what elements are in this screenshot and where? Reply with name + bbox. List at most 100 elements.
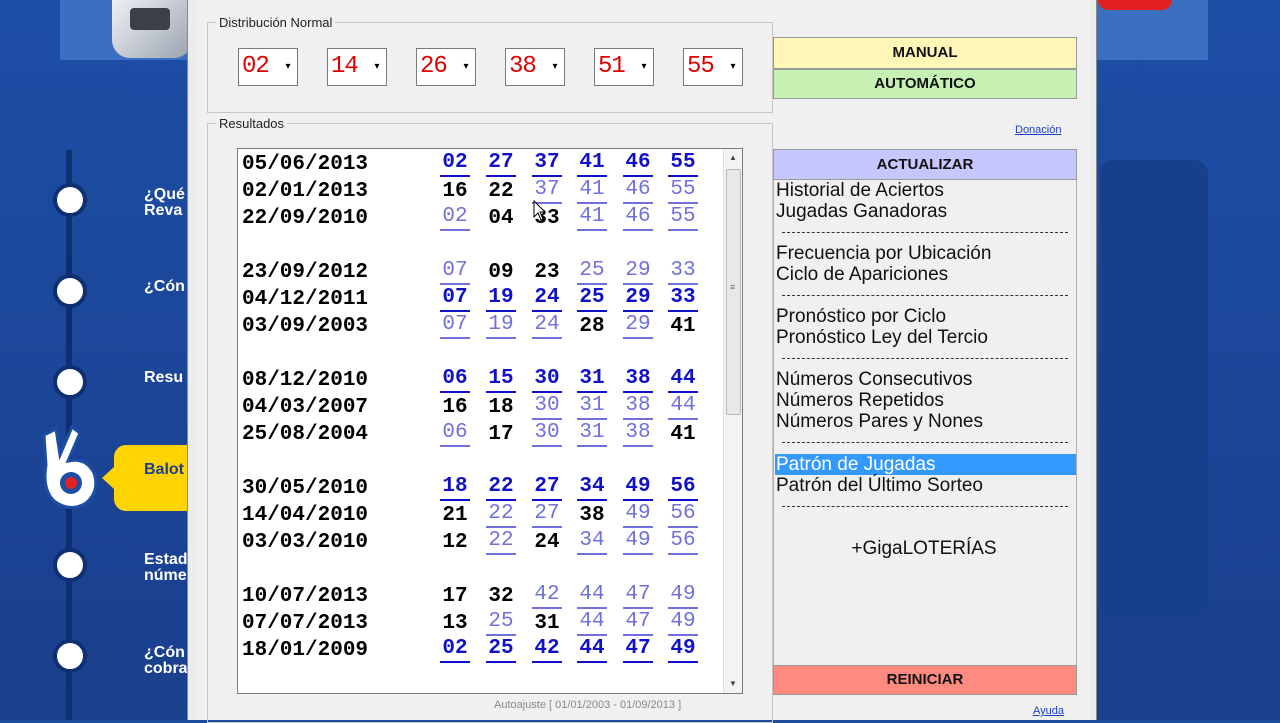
result-date: 14/04/2010 [242, 504, 369, 527]
timeline-dot[interactable] [53, 183, 87, 217]
result-date: 07/07/2013 [242, 612, 369, 635]
number-combo-5[interactable]: 51 ▾ [594, 48, 654, 86]
menu-item[interactable]: Historial de Aciertos [775, 180, 1076, 201]
timeline-dot[interactable] [53, 639, 87, 673]
nav-item-text[interactable]: Resu [144, 370, 183, 386]
dropdown-arrow-icon[interactable]: ▾ [637, 53, 651, 81]
number-combo-2[interactable]: 14 ▾ [327, 48, 387, 86]
result-number: 27 [532, 502, 562, 528]
number-combo-1[interactable]: 02 ▾ [238, 48, 298, 86]
reset-button[interactable]: REINICIAR [773, 665, 1077, 695]
menu-separator [782, 295, 1068, 296]
result-number: 18 [488, 396, 514, 419]
result-number: 41 [577, 205, 607, 231]
result-number: 38 [623, 421, 653, 447]
result-number: 55 [668, 151, 698, 177]
results-scrollbar[interactable]: ▲ ≡ ▼ [723, 149, 742, 693]
result-number: 02 [440, 151, 470, 177]
active-nav-tab[interactable]: Balot [102, 445, 194, 511]
number-combo-3[interactable]: 26 ▾ [416, 48, 476, 86]
nav-item-text[interactable]: ¿Cón [144, 279, 185, 295]
result-number: 32 [488, 585, 514, 608]
number-combo-4[interactable]: 38 ▾ [505, 48, 565, 86]
result-number: 16 [442, 180, 468, 203]
nav-item-text: Balot [144, 461, 184, 478]
timeline-dot[interactable] [53, 274, 87, 308]
update-button[interactable]: ACTUALIZAR [773, 149, 1077, 180]
result-number: 44 [577, 583, 607, 609]
result-number: 24 [534, 531, 560, 554]
result-number: 30 [532, 394, 562, 420]
timeline-dot[interactable] [53, 548, 87, 582]
result-date: 22/09/2010 [242, 207, 369, 230]
result-number: 38 [623, 394, 653, 420]
results-list[interactable]: ▲ ≡ ▼ 05/06/2013 02 27 37 41 46 55 02/01/2013 16… [237, 148, 743, 694]
phone-image [112, 0, 192, 58]
result-number: 56 [668, 502, 698, 528]
donate-link[interactable]: Donación [1015, 124, 1061, 136]
manual-button[interactable]: MANUAL [773, 37, 1077, 69]
result-number: 44 [577, 637, 607, 663]
help-link[interactable]: Ayuda [1033, 705, 1064, 717]
menu-item[interactable]: Números Pares y Nones [775, 411, 1076, 432]
result-number: 34 [577, 475, 607, 501]
nav-item-text[interactable]: Estad núme [144, 552, 188, 584]
result-number: 49 [623, 502, 653, 528]
number-combo-6[interactable]: 55 ▾ [683, 48, 743, 86]
dropdown-arrow-icon[interactable]: ▾ [370, 53, 384, 81]
result-number: 41 [577, 178, 607, 204]
dropdown-arrow-icon[interactable]: ▾ [459, 53, 473, 81]
result-number: 30 [532, 421, 562, 447]
result-number: 30 [532, 367, 562, 393]
result-number: 17 [488, 423, 514, 446]
result-number: 29 [623, 286, 653, 312]
result-number: 22 [488, 180, 514, 203]
result-number: 33 [668, 286, 698, 312]
result-number: 06 [440, 421, 470, 447]
result-number: 42 [532, 583, 562, 609]
result-date: 25/08/2004 [242, 423, 369, 446]
mouse-cursor-icon [533, 200, 547, 221]
menu-separator [782, 442, 1068, 443]
result-number: 21 [442, 504, 468, 527]
result-number: 31 [534, 612, 560, 635]
dropdown-arrow-icon[interactable]: ▾ [281, 53, 295, 81]
menu-item[interactable]: Pronóstico por Ciclo [775, 306, 1076, 327]
dropdown-arrow-icon[interactable]: ▾ [726, 53, 740, 81]
giga-loterias-link[interactable]: +GigaLOTERÍAS [774, 538, 1074, 560]
dropdown-arrow-icon[interactable]: ▾ [548, 53, 562, 81]
result-date: 23/09/2012 [242, 261, 369, 284]
nav-item-text[interactable]: ¿Qué Reva [144, 187, 185, 219]
background-panel [1100, 160, 1208, 616]
result-number: 49 [623, 529, 653, 555]
result-number: 34 [577, 529, 607, 555]
menu-item[interactable]: Números Repetidos [775, 390, 1076, 411]
menu-item[interactable]: Números Consecutivos [775, 369, 1076, 390]
menu-item-selected[interactable]: Patrón de Jugadas [775, 454, 1076, 475]
result-date: 30/05/2010 [242, 477, 369, 500]
menu-item[interactable]: Pronóstico Ley del Tercio [775, 327, 1076, 348]
combo-value: 14 [331, 53, 359, 80]
result-number: 09 [488, 261, 514, 284]
timeline-dot[interactable] [53, 365, 87, 399]
result-number: 19 [486, 286, 516, 312]
menu-item[interactable]: Jugadas Ganadoras [775, 201, 1076, 222]
scroll-down-arrow-icon[interactable]: ▼ [724, 675, 742, 693]
nav-item-text[interactable]: ¿Cón cobra [144, 645, 188, 677]
result-number: 55 [668, 178, 698, 204]
result-number: 41 [670, 315, 696, 338]
result-date: 18/01/2009 [242, 639, 369, 662]
menu-item[interactable]: Ciclo de Apariciones [775, 264, 1076, 285]
result-number: 24 [532, 313, 562, 339]
result-number: 02 [440, 205, 470, 231]
result-number: 46 [623, 151, 653, 177]
menu-item[interactable]: Patrón del Último Sorteo [775, 475, 1076, 496]
result-number: 41 [670, 423, 696, 446]
automatic-button[interactable]: AUTOMÁTICO [773, 69, 1077, 99]
scroll-thumb[interactable]: ≡ [726, 169, 741, 415]
scroll-up-arrow-icon[interactable]: ▲ [724, 149, 742, 167]
result-number: 42 [532, 637, 562, 663]
result-number: 31 [577, 367, 607, 393]
result-number: 13 [442, 612, 468, 635]
menu-item[interactable]: Frecuencia por Ubicación [775, 243, 1076, 264]
